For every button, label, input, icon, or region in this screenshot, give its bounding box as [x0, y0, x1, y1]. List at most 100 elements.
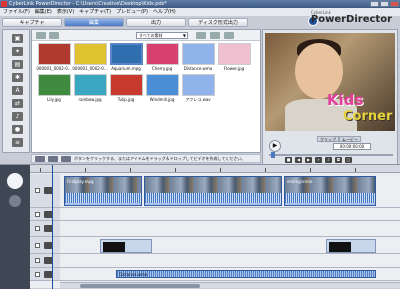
audio-mixing-icon[interactable]: ♪: [12, 112, 23, 121]
tab-disc[interactable]: ディスク形式出力: [188, 18, 248, 27]
library-item[interactable]: Tulip.jpg: [108, 74, 144, 102]
tab-capture[interactable]: キャプチャ: [2, 18, 62, 27]
voice-track-header: [30, 254, 60, 268]
play-button[interactable]: ▶: [269, 140, 281, 152]
volume-icon[interactable]: ♪: [325, 157, 332, 163]
stop-icon[interactable]: ■: [285, 157, 292, 163]
video-clip[interactable]: Firstplay.mpg: [64, 176, 142, 206]
mode-tabs: キャプチャ 編集 出力 ディスク形式出力: [2, 18, 248, 27]
media-room-icon[interactable]: ▣: [12, 34, 23, 43]
voice-track-toggle[interactable]: [35, 258, 40, 263]
previous-frame-icon[interactable]: ◀: [295, 157, 302, 163]
overwrite-clip-icon[interactable]: [48, 156, 58, 162]
video-track[interactable]: Firstplay.mpg endingscene: [60, 174, 400, 208]
title-track-toggle[interactable]: [35, 243, 40, 248]
import-media-icon[interactable]: [36, 32, 46, 39]
title-room-icon[interactable]: A: [12, 86, 23, 95]
media-label: Tulip.jpg: [117, 97, 135, 102]
brand-name: CyberLink: [310, 10, 331, 15]
music-track[interactable]: Distance.wma: [60, 268, 400, 281]
library-item[interactable]: Flower.jpg: [216, 43, 252, 71]
minimize-button[interactable]: [370, 1, 379, 7]
menu-preview[interactable]: プレビュー(P): [116, 8, 148, 16]
media-thumbnail: [145, 43, 179, 65]
pip-track[interactable]: [60, 221, 400, 237]
library-menu-icon[interactable]: [49, 32, 59, 39]
library-item[interactable]: アフレコ.wav: [180, 74, 216, 103]
timeline-mode-bar: [0, 165, 30, 289]
menu-capture[interactable]: キャプチャ(T): [79, 8, 111, 16]
library-item[interactable]: 000001_0002-0...: [36, 43, 72, 71]
timeline-cursor[interactable]: [52, 165, 53, 289]
library-item[interactable]: Aquarium.mpg: [108, 43, 144, 71]
seek-handle[interactable]: [271, 152, 275, 158]
timeline-panel: Firstplay.mpg endingscene Distance.wma: [0, 164, 400, 289]
media-thumbnail: [181, 43, 215, 65]
voice-track[interactable]: [60, 254, 400, 268]
media-thumbnail: [73, 43, 107, 65]
clip-mode-button[interactable]: クリップ: [317, 136, 339, 142]
media-thumbnail: [217, 43, 251, 65]
title-clip[interactable]: [100, 239, 152, 253]
library-item[interactable]: Cherry.jpg: [144, 43, 180, 71]
timeline-view-icon[interactable]: [7, 173, 23, 189]
maximize-button[interactable]: [380, 1, 389, 7]
fast-forward-icon[interactable]: »: [315, 157, 322, 163]
menu-view[interactable]: 表示(V): [57, 8, 74, 16]
window-titlebar: CyberLink PowerDirector - C:\Users\Creat…: [0, 0, 400, 8]
scrollbar-thumb[interactable]: [80, 284, 200, 288]
movie-mode-button[interactable]: ムービー: [339, 136, 361, 142]
snapshot-icon[interactable]: ◘: [335, 157, 342, 163]
music-track-toggle[interactable]: [35, 272, 40, 277]
seek-bar[interactable]: [269, 152, 393, 158]
library-item[interactable]: rainbow.jpg: [72, 74, 108, 102]
media-filter-dropdown[interactable]: すべての素材 ▼: [136, 32, 188, 39]
insert-clip-icon[interactable]: [35, 156, 45, 162]
title-overlay-line1: Kids: [327, 91, 364, 109]
next-frame-icon[interactable]: ▶: [305, 157, 312, 163]
pip-track-header: [30, 221, 60, 237]
particle-room-icon[interactable]: ✱: [12, 73, 23, 82]
media-label: Aquarium.mpg: [111, 66, 141, 71]
effect-room-icon[interactable]: ✦: [12, 47, 23, 56]
audio-clip-label: Distance.wma: [119, 272, 148, 277]
video-clip-label: Firstplay.mpg: [67, 179, 94, 184]
close-button[interactable]: [390, 1, 399, 7]
title-clip[interactable]: [326, 239, 376, 253]
library-item[interactable]: Distance.wma: [180, 43, 216, 71]
voice-over-icon[interactable]: ●: [12, 125, 23, 134]
media-library: すべての素材 ▼ 000001_0002-0... 000001_0002-0..…: [31, 29, 261, 153]
preview-window: Kids Corner: [265, 33, 395, 131]
audio-clip[interactable]: Distance.wma: [116, 270, 376, 278]
library-item[interactable]: 000001_0002-0...: [72, 43, 108, 71]
window-controls: [370, 1, 399, 7]
media-label: 000001_0002-0...: [36, 66, 72, 71]
tab-produce[interactable]: 出力: [126, 18, 186, 27]
video-track-toggle[interactable]: [35, 188, 40, 193]
pip-room-icon[interactable]: ▤: [12, 60, 23, 69]
title-track[interactable]: [60, 237, 400, 254]
library-item[interactable]: Lily.jpg: [36, 74, 72, 102]
music-track-header: [30, 268, 60, 281]
timeline-ruler[interactable]: [30, 165, 400, 173]
video-clip[interactable]: [144, 176, 282, 206]
library-search-icon[interactable]: [224, 32, 234, 39]
menu-file[interactable]: ファイル(F): [3, 8, 30, 16]
transition-room-icon[interactable]: ⇄: [12, 99, 23, 108]
timeline-scrollbar[interactable]: [60, 282, 400, 288]
undo-icon[interactable]: [61, 156, 71, 162]
fullscreen-icon[interactable]: □: [345, 157, 352, 163]
video-clip[interactable]: endingscene: [284, 176, 376, 206]
library-item[interactable]: Windmill.jpg: [144, 74, 180, 102]
effect-track-toggle[interactable]: [35, 212, 40, 217]
storyboard-view-icon[interactable]: [9, 195, 21, 207]
menu-help[interactable]: ヘルプ(H): [153, 8, 176, 16]
menu-edit[interactable]: 編集(E): [35, 8, 52, 16]
pip-track-toggle[interactable]: [35, 226, 40, 231]
tab-edit[interactable]: 編集: [64, 18, 124, 27]
sort-icon[interactable]: [210, 32, 220, 39]
effect-track[interactable]: [60, 208, 400, 221]
chapter-room-icon[interactable]: ≡: [12, 138, 23, 147]
library-toolbar: すべての素材 ▼: [32, 30, 260, 41]
thumbnail-view-icon[interactable]: [196, 32, 206, 39]
